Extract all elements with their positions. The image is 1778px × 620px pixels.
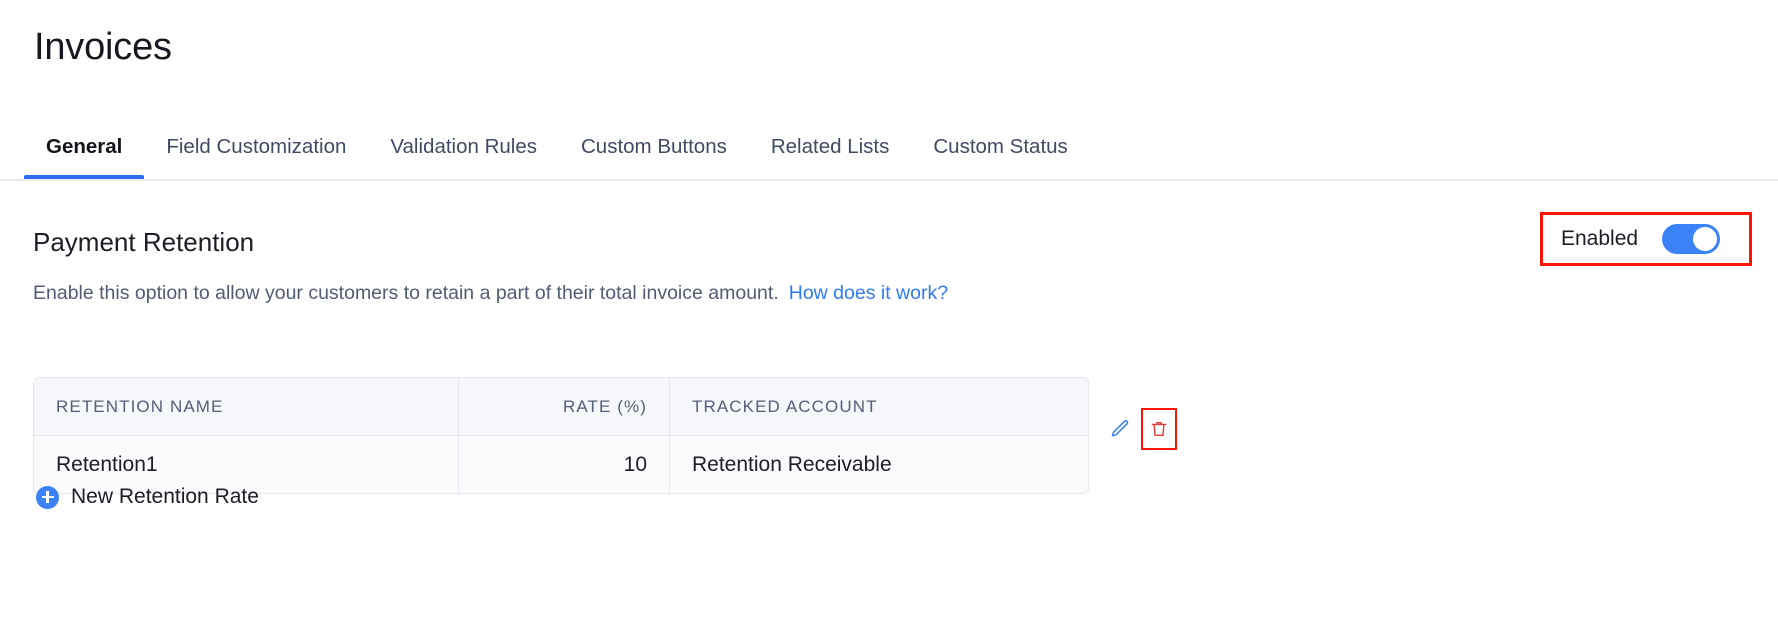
section-description-text: Enable this option to allow your custome…: [33, 282, 779, 304]
new-retention-rate-label: New Retention Rate: [71, 485, 259, 508]
row-actions: [1103, 406, 1177, 452]
delete-retention-button[interactable]: [1141, 408, 1177, 450]
new-retention-rate-button[interactable]: New Retention Rate: [36, 483, 259, 511]
retention-rates-table: RETENTION NAME RATE (%) TRACKED ACCOUNT …: [33, 377, 1089, 494]
cell-tracked-account: Retention Receivable: [692, 452, 892, 476]
section-title: Payment Retention: [33, 227, 255, 257]
payment-retention-toggle[interactable]: [1662, 224, 1721, 254]
tab-validation-rules[interactable]: Validation Rules: [368, 128, 559, 179]
section-description: Enable this option to allow your custome…: [33, 279, 948, 307]
cell-rate: 10: [459, 436, 670, 493]
pencil-icon: [1111, 420, 1129, 437]
payment-retention-toggle-highlight: Enabled: [1540, 212, 1752, 266]
edit-retention-button[interactable]: [1103, 410, 1137, 448]
page-title: Invoices: [34, 26, 172, 68]
tab-custom-status[interactable]: Custom Status: [911, 128, 1089, 179]
tab-related-lists[interactable]: Related Lists: [749, 128, 912, 179]
payment-retention-toggle-group[interactable]: Enabled: [1543, 215, 1749, 263]
column-header-tracked-account: TRACKED ACCOUNT: [692, 396, 878, 416]
tab-list: General Field Customization Validation R…: [24, 128, 1090, 181]
toggle-knob: [1693, 227, 1718, 251]
column-header-rate: RATE (%): [459, 378, 670, 435]
tab-bar: General Field Customization Validation R…: [0, 128, 1778, 181]
tab-field-customization[interactable]: Field Customization: [144, 128, 368, 179]
invoices-settings-page: Invoices General Field Customization Val…: [0, 0, 1778, 620]
tab-general[interactable]: General: [24, 128, 145, 179]
tab-custom-buttons[interactable]: Custom Buttons: [559, 128, 749, 179]
trash-icon: [1151, 421, 1167, 437]
plus-circle-icon: [36, 485, 59, 509]
table-header-row: RETENTION NAME RATE (%) TRACKED ACCOUNT: [34, 378, 1088, 436]
column-header-retention-name: RETENTION NAME: [34, 378, 459, 435]
how-does-it-work-link[interactable]: How does it work?: [789, 282, 948, 304]
toggle-label: Enabled: [1561, 227, 1639, 250]
